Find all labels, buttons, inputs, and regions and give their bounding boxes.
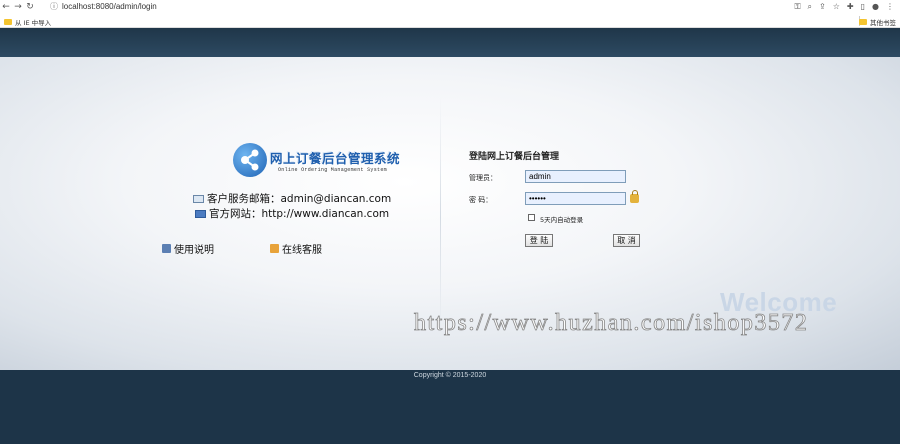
reload-icon[interactable]: ↻ — [24, 1, 36, 13]
menu-icon[interactable]: ⋮ — [886, 1, 894, 13]
browser-actions: ⚿ ⌕ ⇪ ☆ ✚ ▯ ● ⋮ — [794, 0, 894, 13]
header-band — [0, 28, 900, 57]
logo-title-cn: 网上订餐后台管理系统 — [270, 150, 401, 166]
cancel-button[interactable]: 取 消 — [613, 234, 640, 247]
contact-website: 官方网站：http://www.diancan.com — [195, 206, 389, 221]
folder-icon — [859, 19, 867, 25]
bookmark-label: 其他书签 — [870, 19, 896, 27]
address-bar[interactable]: ⓘ localhost:8080/admin/login — [50, 0, 770, 12]
web-icon — [195, 209, 206, 218]
panel-divider — [440, 97, 441, 337]
mail-icon — [193, 194, 204, 203]
remember-label: 5天内自动登录 — [540, 216, 584, 224]
help-link-label: 使用说明 — [174, 245, 214, 256]
contact-email-text: 客户服务邮箱：admin@diancan.com — [207, 193, 392, 205]
contact-website-text: 官方网站：http://www.diancan.com — [209, 208, 390, 220]
username-label: 管理员： — [469, 174, 497, 182]
back-icon[interactable]: ← — [0, 1, 12, 13]
url-text: localhost:8080/admin/login — [62, 1, 157, 11]
share-icon[interactable]: ⇪ — [819, 1, 826, 13]
star-icon[interactable]: ☆ — [833, 1, 840, 13]
login-button[interactable]: 登 陆 — [525, 234, 553, 247]
footer: Copyright © 2015-2020 — [0, 370, 900, 444]
bookmark-other[interactable]: 其他书签 — [859, 17, 896, 27]
help-icon — [162, 244, 171, 253]
info-icon[interactable]: ⓘ — [50, 1, 58, 12]
contact-email: 客户服务邮箱：admin@diancan.com — [193, 191, 391, 206]
copyright-text: Copyright © 2015-2020 — [413, 372, 487, 379]
remember-checkbox[interactable] — [528, 214, 535, 221]
service-icon — [270, 244, 279, 253]
service-link-label: 在线客服 — [282, 245, 322, 256]
password-label: 密 码： — [469, 196, 493, 204]
username-input[interactable]: admin — [525, 170, 626, 183]
online-service-link[interactable]: 在线客服 — [270, 241, 322, 256]
profile-icon[interactable]: ● — [872, 1, 879, 13]
forward-icon[interactable]: → — [12, 1, 24, 13]
logo-title-en: Online Ordering Management System — [278, 166, 387, 173]
share-logo-icon — [233, 143, 267, 177]
key-icon[interactable]: ⚿ — [794, 1, 800, 13]
system-logo: 网上订餐后台管理系统 Online Ordering Management Sy… — [233, 143, 400, 177]
bookmark-label: 从 IE 中导入 — [15, 19, 52, 27]
help-link[interactable]: 使用说明 — [162, 241, 214, 256]
watermark-text: https://www.huzhan.com/ishop3572 — [414, 310, 809, 337]
extensions-icon[interactable]: ✚ — [847, 1, 854, 13]
browser-toolbar: ← → ↻ ⓘ localhost:8080/admin/login ⚿ ⌕ ⇪… — [0, 0, 900, 13]
sidebar-icon[interactable]: ▯ — [861, 1, 865, 13]
lock-icon — [630, 190, 639, 203]
login-title: 登陆网上订餐后台管理 — [469, 152, 560, 162]
folder-icon — [4, 19, 12, 25]
bookmark-import-ie[interactable]: 从 IE 中导入 — [4, 17, 51, 27]
browser-chrome: ← → ↻ ⓘ localhost:8080/admin/login ⚿ ⌕ ⇪… — [0, 0, 900, 28]
zoom-icon[interactable]: ⌕ — [808, 1, 812, 13]
bookmarks-bar: 从 IE 中导入 其他书签 — [0, 14, 900, 28]
password-input[interactable]: •••••• — [525, 192, 626, 205]
